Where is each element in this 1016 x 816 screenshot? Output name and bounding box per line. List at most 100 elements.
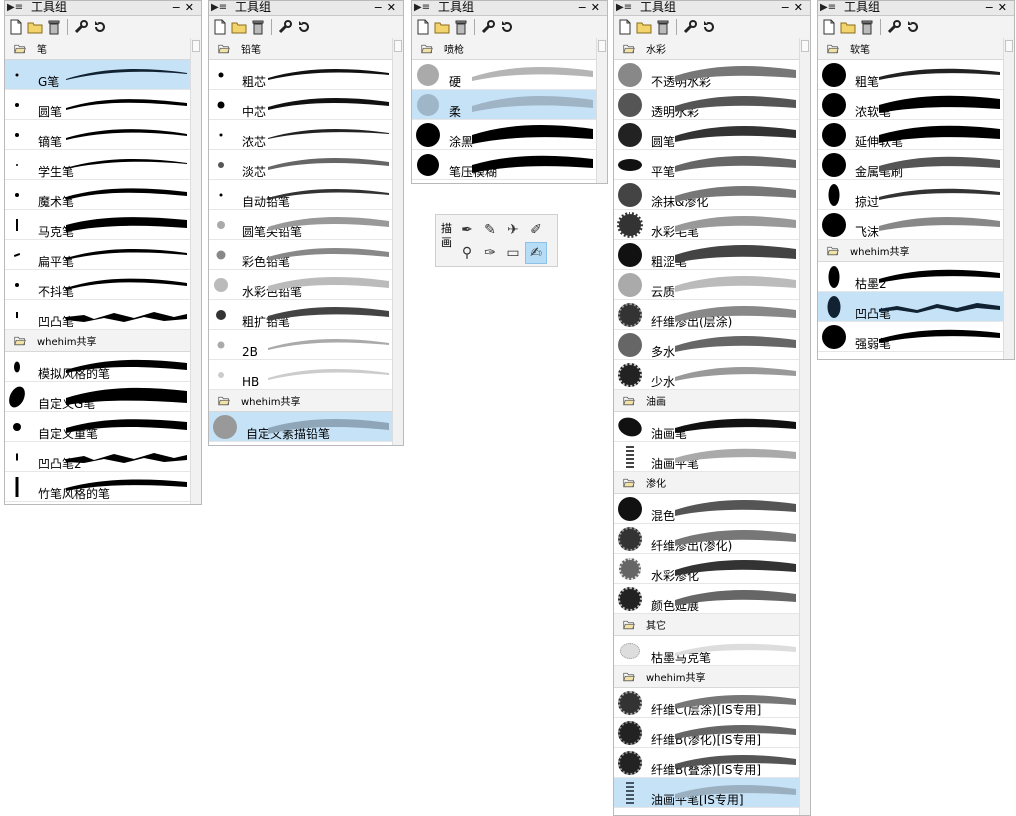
panel-menu-icon[interactable]: ▶≡ xyxy=(211,1,227,14)
blender-icon[interactable]: ✍ xyxy=(525,242,547,264)
tool-item[interactable]: G笔 xyxy=(5,60,191,90)
trash-icon[interactable] xyxy=(46,19,62,35)
tool-item[interactable]: 自动铅笔 xyxy=(209,180,393,210)
trash-icon[interactable] xyxy=(250,19,266,35)
tool-item[interactable]: 枯墨2 xyxy=(818,262,1004,292)
scrollbar[interactable] xyxy=(596,38,607,183)
tool-item[interactable]: 粗芯 xyxy=(209,60,393,90)
tool-item[interactable]: 凹凸笔 xyxy=(5,300,191,330)
tool-item[interactable]: 竹笔风格的笔 xyxy=(5,472,191,502)
tool-item[interactable]: 平笔 xyxy=(614,150,800,180)
group-header[interactable]: 其它 xyxy=(614,614,800,636)
tool-item[interactable]: 涂黑 xyxy=(412,120,597,150)
tool-item[interactable]: 纤维B(叠涂)[IS专用] xyxy=(614,748,800,778)
tool-item[interactable]: 镝笔 xyxy=(5,120,191,150)
scrollbar-thumb[interactable] xyxy=(1005,40,1013,52)
panel-menu-icon[interactable]: ▶≡ xyxy=(616,1,632,14)
tool-item[interactable]: 马克笔 xyxy=(5,210,191,240)
fountain-pen-icon[interactable]: ✑ xyxy=(479,242,501,264)
group-header[interactable]: whehim共享 xyxy=(209,390,393,412)
trash-icon[interactable] xyxy=(655,19,671,35)
tool-item[interactable]: 硬 xyxy=(412,60,597,90)
dropper-icon[interactable]: ⚲ xyxy=(456,242,478,264)
tool-item[interactable]: 模拟风格的笔 xyxy=(5,352,191,382)
scrollbar[interactable] xyxy=(190,38,201,504)
panel-titlebar[interactable]: ▶≡ 工具组 −✕ xyxy=(412,1,607,16)
window-controls[interactable]: −✕ xyxy=(985,1,1011,15)
tool-item[interactable]: 彩色铅笔 xyxy=(209,240,393,270)
tool-item[interactable]: 多水 xyxy=(614,330,800,360)
tool-item[interactable]: 延伸软笔 xyxy=(818,120,1004,150)
tool-item[interactable]: 油画笔 xyxy=(614,412,800,442)
panel-menu-icon[interactable]: ▶≡ xyxy=(7,1,23,14)
tool-item[interactable]: 柔 xyxy=(412,90,597,120)
tool-item[interactable]: 纤维B(渗化)[IS专用] xyxy=(614,718,800,748)
tool-item[interactable]: 粗涩笔 xyxy=(614,240,800,270)
scrollbar-thumb[interactable] xyxy=(394,40,402,52)
tool-item[interactable]: 凹凸笔 xyxy=(818,292,1004,322)
scrollbar[interactable] xyxy=(1003,38,1014,359)
tool-item[interactable]: 涂抹&渗化 xyxy=(614,180,800,210)
scrollbar[interactable] xyxy=(392,38,403,445)
settings-wrench-icon[interactable] xyxy=(886,19,902,35)
tool-item[interactable]: 自定义重笔 xyxy=(5,412,191,442)
settings-wrench-icon[interactable] xyxy=(682,19,698,35)
tool-item[interactable]: 纤维C(层涂)[IS专用] xyxy=(614,688,800,718)
group-header[interactable]: 软笔 xyxy=(818,38,1004,60)
tool-item[interactable]: 少水 xyxy=(614,360,800,390)
tool-item[interactable]: 凹凸笔2 xyxy=(5,442,191,472)
window-controls[interactable]: −✕ xyxy=(578,1,604,15)
folder-icon[interactable] xyxy=(636,19,652,35)
reset-icon[interactable] xyxy=(499,19,515,35)
group-header[interactable]: 铅笔 xyxy=(209,38,393,60)
tool-item[interactable]: 颜色延展 xyxy=(614,584,800,614)
folder-icon[interactable] xyxy=(27,19,43,35)
tool-item[interactable]: 粗笔 xyxy=(818,60,1004,90)
tool-item[interactable]: 水彩毛笔 xyxy=(614,210,800,240)
tool-item[interactable]: 扁平笔 xyxy=(5,240,191,270)
settings-wrench-icon[interactable] xyxy=(480,19,496,35)
eraser-icon[interactable]: ▭ xyxy=(502,242,524,264)
paint-brush-icon[interactable]: ✐ xyxy=(525,219,547,241)
tool-item[interactable]: 水彩色铅笔 xyxy=(209,270,393,300)
scrollbar[interactable] xyxy=(799,38,810,815)
panel-titlebar[interactable]: ▶≡ 工具组 −✕ xyxy=(209,1,403,16)
tool-item[interactable]: 掠过 xyxy=(818,180,1004,210)
group-header[interactable]: whehim共享 xyxy=(614,666,800,688)
tool-item[interactable]: 纤维渗出(层涂) xyxy=(614,300,800,330)
new-tool-icon[interactable] xyxy=(821,19,837,35)
tool-item[interactable]: 浓软笔 xyxy=(818,90,1004,120)
scrollbar-thumb[interactable] xyxy=(192,40,200,52)
window-controls[interactable]: −✕ xyxy=(172,1,198,15)
panel-menu-icon[interactable]: ▶≡ xyxy=(820,1,836,14)
tool-item[interactable]: 不抖笔 xyxy=(5,270,191,300)
pencil-icon[interactable]: ✎ xyxy=(479,219,501,241)
scrollbar-thumb[interactable] xyxy=(598,40,606,52)
scrollbar-thumb[interactable] xyxy=(801,40,809,52)
tool-item[interactable]: 枯墨马克笔 xyxy=(614,636,800,666)
group-header[interactable]: 喷枪 xyxy=(412,38,597,60)
new-tool-icon[interactable] xyxy=(8,19,24,35)
airbrush-icon[interactable]: ✈ xyxy=(502,219,524,241)
group-header[interactable]: whehim共享 xyxy=(5,330,191,352)
tool-item[interactable]: 混色 xyxy=(614,494,800,524)
window-controls[interactable]: −✕ xyxy=(374,1,400,15)
tool-item[interactable]: 笔压模糊 xyxy=(412,150,597,180)
tool-item[interactable]: 浓芯 xyxy=(209,120,393,150)
group-header[interactable]: 笔 xyxy=(5,38,191,60)
tool-item[interactable]: 2B xyxy=(209,330,393,360)
panel-menu-icon[interactable]: ▶≡ xyxy=(414,1,430,14)
tool-item[interactable]: 纤维渗出(渗化) xyxy=(614,524,800,554)
tool-item[interactable]: 水彩渗化 xyxy=(614,554,800,584)
tool-item[interactable]: 自定义G笔 xyxy=(5,382,191,412)
panel-titlebar[interactable]: ▶≡ 工具组 −✕ xyxy=(5,1,201,16)
reset-icon[interactable] xyxy=(701,19,717,35)
reset-icon[interactable] xyxy=(92,19,108,35)
reset-icon[interactable] xyxy=(296,19,312,35)
tool-item[interactable]: HB xyxy=(209,360,393,390)
settings-wrench-icon[interactable] xyxy=(277,19,293,35)
new-tool-icon[interactable] xyxy=(415,19,431,35)
panel-titlebar[interactable]: ▶≡ 工具组 −✕ xyxy=(818,1,1014,16)
tool-item[interactable]: 自定义素描铅笔 xyxy=(209,412,393,442)
tool-item[interactable]: 学生笔 xyxy=(5,150,191,180)
